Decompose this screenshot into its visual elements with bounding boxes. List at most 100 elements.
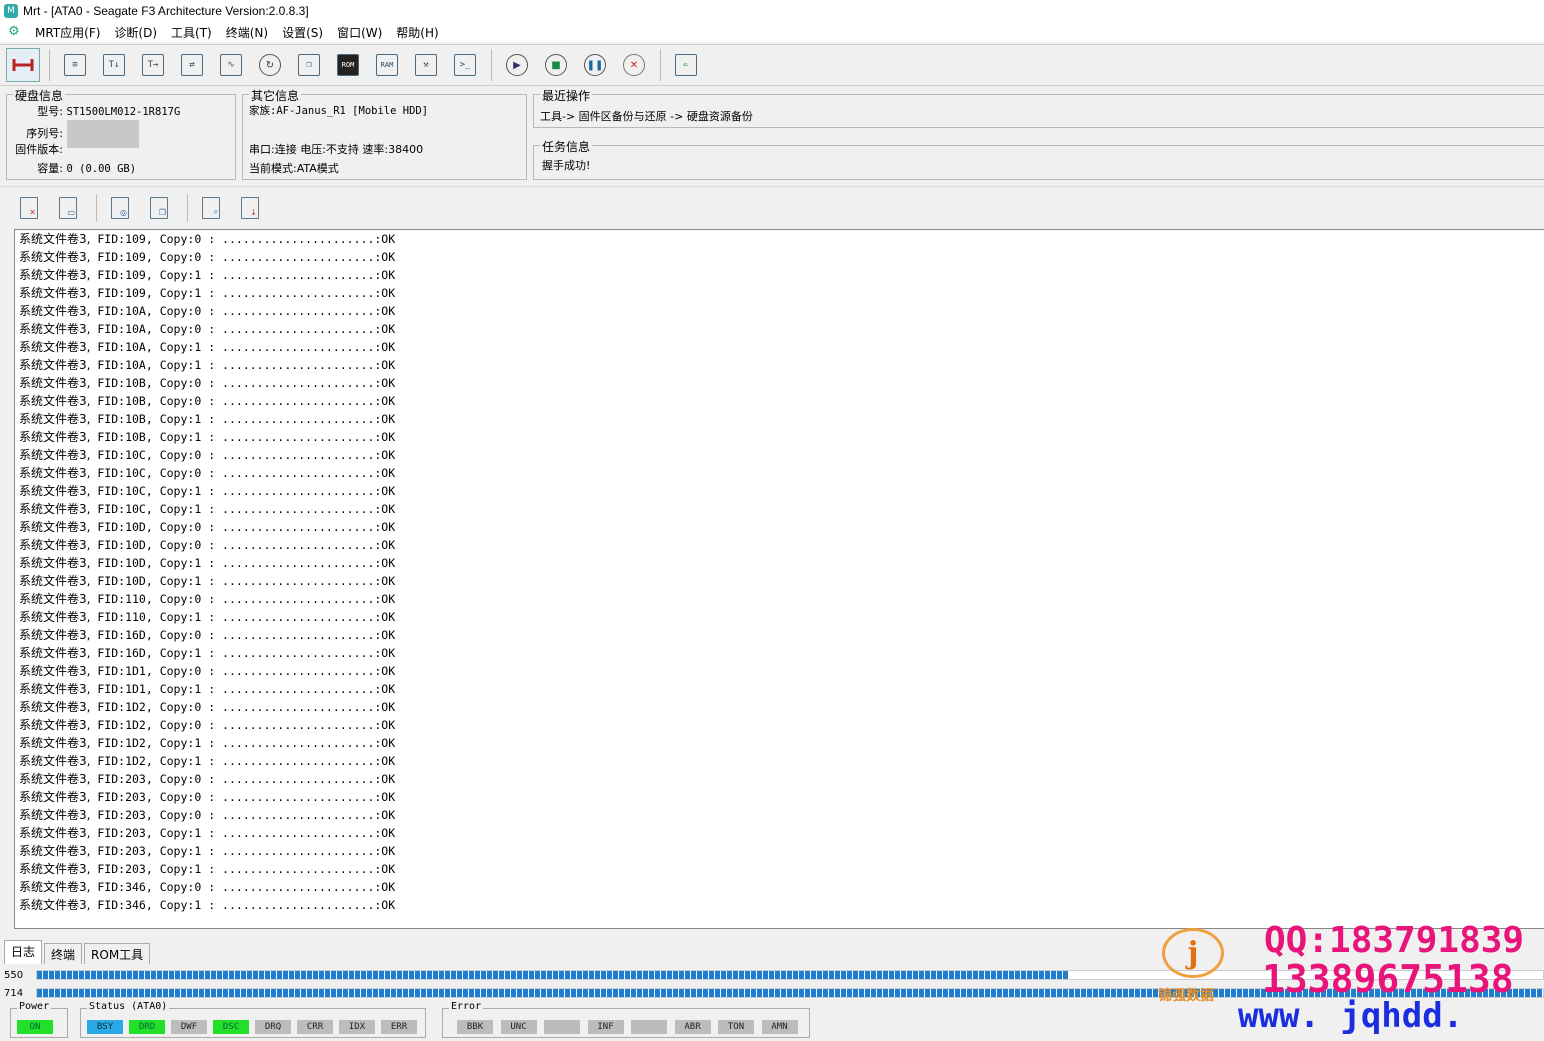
log-fid: 203 [125, 862, 146, 876]
mode-text: 当前模式:ATA模式 [249, 162, 339, 175]
log-status: :OK [374, 268, 396, 282]
refresh-icon: ↻ [259, 54, 281, 76]
save-log-button[interactable]: ▭ [53, 193, 83, 223]
log-copy: 1 [194, 556, 202, 570]
export-log-button[interactable]: ↓ [235, 193, 265, 223]
log-copy: 1 [194, 826, 202, 840]
exit-button[interactable]: ⇐ [669, 48, 703, 82]
log-dots: ...................... [222, 376, 375, 390]
log-copy: 0 [194, 664, 202, 678]
clear-log-button[interactable]: ✕ [14, 193, 44, 223]
find-log-button[interactable]: ⌕ [196, 193, 226, 223]
menu-mrt-app[interactable]: MRT应用(F) [28, 24, 107, 41]
log-fid: 10A [125, 304, 146, 318]
log-status: :OK [374, 754, 396, 768]
model-row: 型号: ST1500LM012-1R817G [11, 103, 180, 119]
log-status: :OK [374, 736, 396, 750]
log-status: :OK [374, 394, 396, 408]
log-dots: ...................... [222, 340, 375, 354]
log-line: 系统文件卷3, FID:10D, Copy:0 : ..............… [19, 538, 396, 552]
menu-settings[interactable]: 设置(S) [275, 24, 330, 41]
log-fid: 10D [125, 556, 146, 570]
copy-log-button[interactable]: ❐ [144, 193, 174, 223]
log-volume: 系统文件卷3, [19, 898, 91, 912]
log-dots: ...................... [222, 322, 375, 336]
log-volume: 系统文件卷3, [19, 646, 91, 660]
log-copy: 0 [194, 520, 202, 534]
log-fid: 10B [125, 430, 146, 444]
tools-button[interactable]: ⚒ [409, 48, 443, 82]
log-status: :OK [374, 700, 396, 714]
copy-button[interactable]: ❐ [292, 48, 326, 82]
log-status: :OK [374, 592, 396, 606]
log-status: :OK [374, 664, 396, 678]
log-status: :OK [374, 880, 396, 894]
status-group: Status (ATA0) BSY DRD DWF DSC DRQ CRR IDX ERR [80, 1001, 426, 1038]
write-button[interactable]: T→ [136, 48, 170, 82]
play-button[interactable]: ▶ [500, 48, 534, 82]
log-line: 系统文件卷3, FID:10D, Copy:1 : ..............… [19, 556, 396, 570]
log-status: :OK [374, 358, 396, 372]
copy-icon: ❐ [150, 196, 168, 219]
log-dots: ...................... [222, 430, 375, 444]
log-dots: ...................... [222, 826, 375, 840]
log-copy: 0 [194, 592, 202, 606]
tab-terminal[interactable]: 终端 [44, 943, 83, 964]
log-line: 系统文件卷3, FID:16D, Copy:0 : ..............… [19, 628, 396, 642]
log-line: 系统文件卷3, FID:10D, Copy:1 : ..............… [19, 574, 396, 588]
menu-window[interactable]: 窗口(W) [330, 24, 389, 41]
log-fid: 203 [125, 826, 146, 840]
status-led: CRR [297, 1020, 333, 1034]
log-dots: ...................... [222, 898, 375, 912]
menu-terminal[interactable]: 终端(N) [219, 24, 275, 41]
signal-button[interactable]: ∿ [214, 48, 248, 82]
task-info-panel: 任务信息 握手成功! [533, 138, 1544, 180]
log-line: 系统文件卷3, FID:109, Copy:0 : ..............… [19, 232, 396, 246]
log-dots: ...................... [222, 232, 375, 246]
tab-rom-tools[interactable]: ROM工具 [84, 943, 151, 964]
terminal-button[interactable]: >_ [448, 48, 482, 82]
pause-button[interactable]: ❚❚ [578, 48, 612, 82]
stop-button[interactable]: ■ [539, 48, 573, 82]
log-line: 系统文件卷3, FID:10B, Copy:0 : ..............… [19, 394, 396, 408]
connect-button[interactable] [6, 48, 40, 82]
rom-button[interactable]: ROM [331, 48, 365, 82]
log-status: :OK [374, 538, 396, 552]
print-log-button[interactable]: ◎ [105, 193, 135, 223]
log-line: 系统文件卷3, FID:203, Copy:1 : ..............… [19, 826, 396, 840]
log-line: 系统文件卷3, FID:346, Copy:0 : ..............… [19, 880, 396, 894]
log-volume: 系统文件卷3, [19, 664, 91, 678]
log-volume: 系统文件卷3, [19, 412, 91, 426]
log-fid: 109 [125, 232, 146, 246]
log-line: 系统文件卷3, FID:10A, Copy:0 : ..............… [19, 322, 396, 336]
log-dots: ...................... [222, 628, 375, 642]
menu-help[interactable]: 帮助(H) [389, 24, 445, 41]
menu-tools[interactable]: 工具(T) [164, 24, 219, 41]
tab-log[interactable]: 日志 [4, 940, 43, 964]
model-value: ST1500LM012-1R817G [66, 106, 181, 118]
disk-info-panel: 硬盘信息 型号: ST1500LM012-1R817G 序列号: 固件版本: 容… [6, 87, 236, 180]
window-title: Mrt - [ATA0 - Seagate F3 Architecture Ve… [23, 4, 309, 18]
log-line: 系统文件卷3, FID:10B, Copy:1 : ..............… [19, 430, 396, 444]
model-label: 型号: [37, 105, 63, 118]
log-output[interactable]: 系统文件卷3, FID:109, Copy:0 : ..............… [14, 229, 1544, 929]
log-volume: 系统文件卷3, [19, 574, 91, 588]
log-line: 系统文件卷3, FID:10C, Copy:0 : ..............… [19, 448, 396, 462]
mdi-child-icon[interactable]: ⚙ [8, 25, 22, 39]
log-status: :OK [374, 808, 396, 822]
log-volume: 系统文件卷3, [19, 682, 91, 696]
recovery-button[interactable]: ↻ [253, 48, 287, 82]
menu-diagnose[interactable]: 诊断(D) [107, 24, 164, 41]
log-status: :OK [374, 790, 396, 804]
read-button[interactable]: T↓ [97, 48, 131, 82]
close-icon: ✕ [623, 54, 645, 76]
log-dots: ...................... [222, 358, 375, 372]
log-volume: 系统文件卷3, [19, 430, 91, 444]
log-dots: ...................... [222, 484, 375, 498]
log-status: :OK [374, 376, 396, 390]
compare-button[interactable]: ⇄ [175, 48, 209, 82]
ram-button[interactable]: RAM [370, 48, 404, 82]
log-line: 系统文件卷3, FID:1D1, Copy:0 : ..............… [19, 664, 396, 678]
id-info-button[interactable]: ≡ [58, 48, 92, 82]
abort-button[interactable]: ✕ [617, 48, 651, 82]
